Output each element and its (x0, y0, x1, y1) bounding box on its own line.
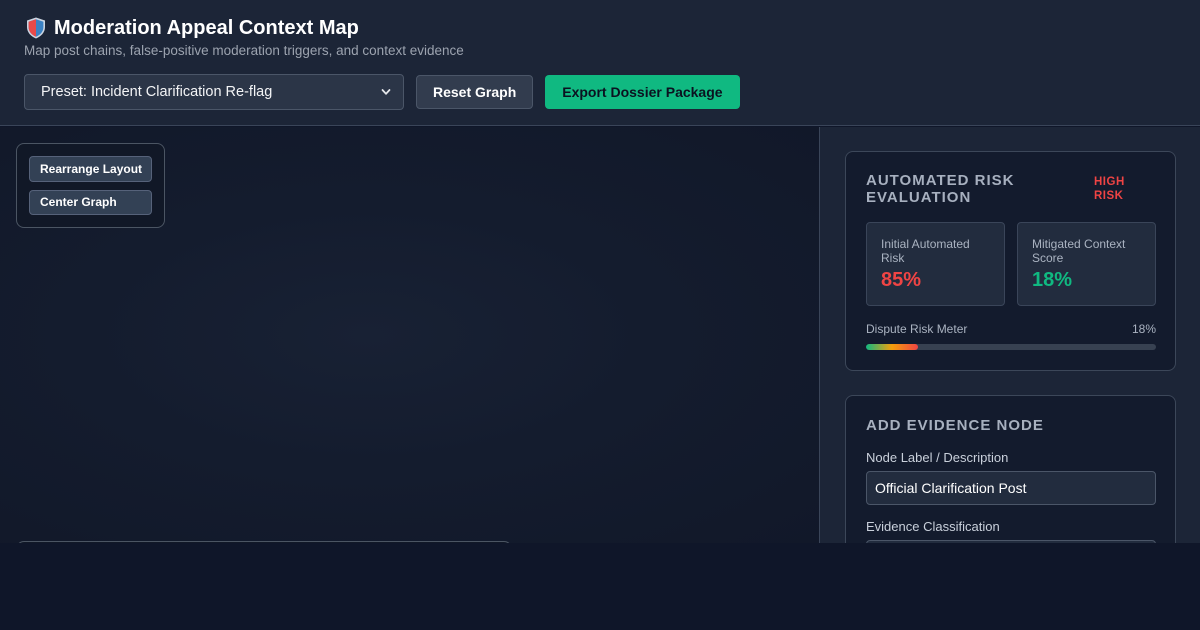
reset-graph-button[interactable]: Reset Graph (416, 75, 534, 109)
initial-risk-label: Initial Automated Risk (881, 237, 970, 265)
classification-field-label: Evidence Classification (866, 519, 1000, 534)
meter-label-row: Dispute Risk Meter 18% (866, 322, 1156, 336)
title-row: Moderation Appeal Context Map (24, 14, 359, 42)
center-graph-button[interactable]: Center Graph (29, 189, 152, 215)
sidebar: AUTOMATED RISK EVALUATION HIGH RISK Init… (819, 127, 1200, 543)
initial-risk-metric: Initial Automated Risk 85% (866, 222, 1005, 306)
app-root: Moderation Appeal Context Map Map post c… (0, 0, 1200, 630)
toolbar: Preset: Incident Clarification Re-flag R… (24, 74, 740, 110)
node-label-field-label: Node Label / Description (866, 450, 1009, 465)
mitigated-score-value: 18% (1032, 269, 1073, 291)
header: Moderation Appeal Context Map Map post c… (0, 0, 1200, 126)
mitigated-score-metric: Mitigated Context Score 18% (1017, 222, 1156, 306)
classification-select[interactable] (866, 540, 1156, 543)
page-title: Moderation Appeal Context Map (54, 17, 359, 39)
graph-canvas[interactable]: Rearrange Layout Center Graph (0, 127, 819, 543)
rearrange-layout-button[interactable]: Rearrange Layout (29, 156, 152, 182)
preset-select-value: Preset: Incident Clarification Re-flag (41, 84, 273, 100)
chevron-down-icon (381, 89, 391, 95)
dispute-risk-meter (866, 344, 1156, 350)
evidence-card-title: ADD EVIDENCE NODE (866, 417, 1044, 434)
export-dossier-button[interactable]: Export Dossier Package (545, 75, 740, 109)
add-evidence-card: ADD EVIDENCE NODE Node Label / Descripti… (845, 395, 1176, 543)
risk-card-title: AUTOMATED RISK EVALUATION (866, 172, 1015, 206)
shield-icon (24, 16, 48, 40)
meter-value: 18% (1131, 322, 1156, 336)
risk-badge: HIGH RISK (1094, 176, 1125, 202)
meter-fill (866, 344, 919, 350)
page-subtitle: Map post chains, false-positive moderati… (24, 43, 464, 58)
risk-evaluation-card: AUTOMATED RISK EVALUATION HIGH RISK Init… (845, 151, 1176, 371)
canvas-bottom-panel (16, 541, 512, 543)
initial-risk-value: 85% (881, 269, 922, 291)
graph-tools-panel: Rearrange Layout Center Graph (16, 143, 165, 228)
mitigated-score-label: Mitigated Context Score (1032, 237, 1126, 265)
node-label-input[interactable] (866, 471, 1156, 505)
meter-label: Dispute Risk Meter (866, 322, 968, 336)
preset-select[interactable]: Preset: Incident Clarification Re-flag (24, 74, 404, 110)
